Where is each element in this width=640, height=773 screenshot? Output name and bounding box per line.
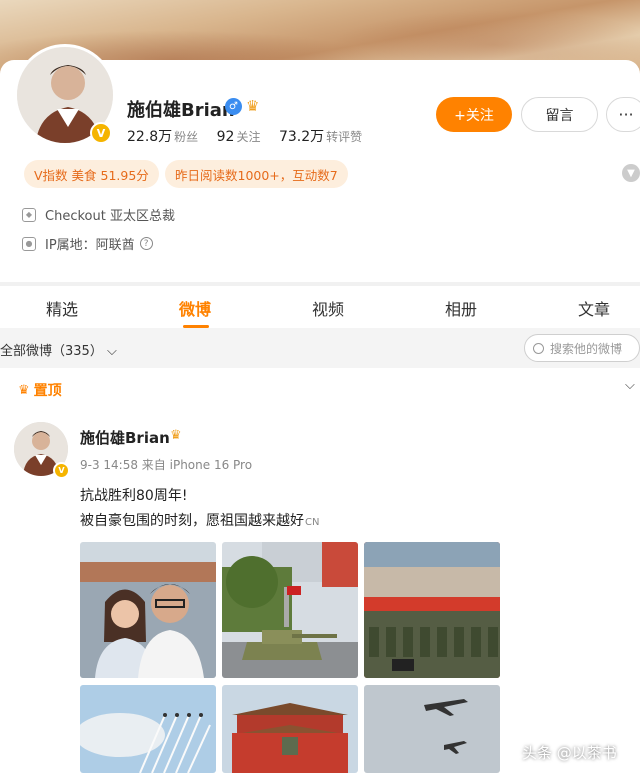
tab-featured[interactable]: 精选: [46, 296, 78, 320]
verified-gold-badge: V: [90, 122, 112, 144]
verified-icon: ♂: [225, 98, 242, 115]
pinned-text: 置顶: [33, 383, 62, 399]
post-author[interactable]: 施伯雄Brian: [80, 427, 170, 448]
post-photo-tiananmen[interactable]: [222, 685, 358, 773]
tab-weibo[interactable]: 微博: [179, 296, 211, 320]
chevron-down-icon[interactable]: ▼: [622, 164, 640, 182]
filter-label: 全部微博（335）: [0, 344, 103, 359]
verified-gold-badge: V: [53, 462, 70, 479]
reads-tag[interactable]: 昨日阅读数1000+，互动数7: [165, 160, 348, 188]
search-input[interactable]: 搜索他的微博: [524, 334, 640, 362]
search-placeholder: 搜索他的微博: [550, 341, 623, 356]
post-photo-tank[interactable]: [222, 542, 358, 678]
message-button[interactable]: 留言: [521, 97, 598, 132]
reposts-label: 转评赞: [326, 130, 363, 144]
post-meta: 9-3 14:58 来自 iPhone 16 Pro: [80, 458, 253, 472]
pinned-label: ♛ 置顶: [18, 380, 62, 400]
crown-icon: ♛: [170, 428, 182, 443]
search-icon: [533, 342, 544, 354]
filter-bar: 全部微博（335） ⌵ 搜索他的微博: [0, 328, 640, 368]
ip-info: ● IP属地：阿联酋 ?: [22, 234, 153, 253]
post-text-line: 抗战胜利80周年!: [80, 488, 188, 504]
crown-icon: ♛: [246, 97, 260, 115]
work-text: Checkout 亚太区总裁: [45, 209, 175, 224]
chevron-down-icon[interactable]: ⌵: [625, 378, 635, 393]
help-icon[interactable]: ?: [139, 237, 153, 250]
following-label: 关注: [236, 130, 261, 144]
tab-video[interactable]: 视频: [312, 296, 344, 320]
pin-icon: ♛: [18, 382, 30, 398]
post-photo-jets[interactable]: [80, 685, 216, 773]
watermark: 头条 @以茶书: [522, 744, 617, 762]
shield-icon: ◆: [22, 207, 36, 222]
work-info: ◆ Checkout 亚太区总裁: [22, 205, 175, 224]
ip-text: IP属地：阿联酋: [45, 238, 135, 253]
location-icon: ●: [22, 236, 36, 251]
fans-label: 粉丝: [174, 130, 199, 144]
tab-album[interactable]: 相册: [445, 296, 477, 320]
post-text-line: 被自豪包围的时刻，愿祖国越来越好CN: [80, 510, 319, 530]
more-options-button[interactable]: ···: [606, 97, 640, 132]
tab-articles[interactable]: 文章: [578, 296, 610, 320]
post-photo-selfie[interactable]: [80, 542, 216, 678]
v-index-tag[interactable]: V指数 美食 51.95分: [24, 160, 159, 188]
profile-name: 施伯雄Brian: [127, 100, 235, 121]
fans-count: 22.8万: [127, 129, 173, 145]
post-text-line2: 被自豪包围的时刻，愿祖国越来越好: [80, 513, 304, 529]
filter-dropdown[interactable]: 全部微博（335） ⌵: [0, 340, 117, 359]
chevron-down-icon: ⌵: [106, 344, 117, 359]
feed: ♛ 置顶 ⌵ V 施伯雄Brian ♛ 9-3 14:58 来自 iPhone …: [0, 368, 640, 773]
profile-tabs: 精选 微博 视频 相册 文章: [0, 286, 640, 328]
cn-flag-mark: CN: [305, 517, 320, 528]
profile-stats: 22.8万 粉丝 92 关注 73.2万 转评赞: [127, 126, 376, 146]
following-count: 92: [216, 129, 235, 145]
post-photo-aircraft[interactable]: [364, 685, 500, 773]
post-photo-parade[interactable]: [364, 542, 500, 678]
follow-button[interactable]: +关注: [436, 97, 512, 132]
reposts-count: 73.2万: [278, 129, 325, 145]
